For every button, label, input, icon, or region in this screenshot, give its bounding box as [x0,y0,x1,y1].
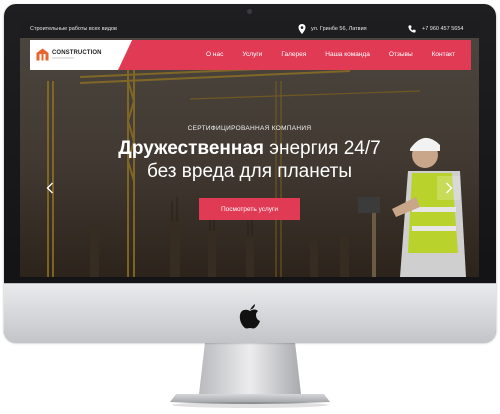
tagline: Строительные работы всех видов [30,26,117,32]
phone-text: +7 960 457 5654 [422,26,464,32]
hero-title-bold: Дружественная [118,138,264,159]
hero-content: СЕРТИФИЦИРОВАННАЯ КОМПАНИЯ Дружественная… [20,125,479,184]
imac-mockup: Строительные работы всех видов ул. Гринб… [0,0,500,414]
nav-item-gallery[interactable]: Галерея [281,51,306,58]
hero-title-rest: энергия 24/7 [264,138,381,159]
nav-item-about[interactable]: О нас [206,51,223,58]
hero-title-line2: без вреда для планеты [146,161,353,182]
logo-subline: ━━━━━━━━━━━━ [52,55,74,60]
chevron-left-icon [46,182,53,194]
view-services-button[interactable]: Посмотреть услуги [199,198,300,220]
slider-prev-button[interactable] [38,176,61,200]
nav-item-team[interactable]: Наша команда [325,51,370,58]
nav-item-reviews[interactable]: Отзывы [389,51,413,58]
logo-wordmark: CONSTRUCTION ━━━━━━━━━━━━ [52,50,102,60]
phone-info[interactable]: +7 960 457 5654 [408,24,463,34]
nav-item-services[interactable]: Услуги [242,51,262,58]
nav-item-contact[interactable]: Контакт [432,51,455,58]
hero-kicker: СЕРТИФИЦИРОВАННАЯ КОМПАНИЯ [187,125,312,132]
main-navbar: CONSTRUCTION ━━━━━━━━━━━━ О нас Услуги Г… [30,40,471,70]
camera [247,9,252,14]
logo-name: CONSTRUCTION [52,49,102,56]
house-logo-icon [36,48,49,61]
apple-logo-icon [239,304,260,329]
chevron-right-icon [445,182,452,194]
hero-title-line1: Дружественная энергия 24/7 [20,138,479,160]
monitor-stand [170,342,330,408]
address-info[interactable]: ул. Гринбе 56, Латвия [298,24,367,34]
slider-next-button[interactable] [437,176,460,200]
nav-menu: О нас Услуги Галерея Наша команда Отзывы… [206,51,455,58]
top-info-bar: Строительные работы всех видов ул. Гринб… [20,21,479,38]
website-screen: Строительные работы всех видов ул. Гринб… [20,21,479,277]
site-logo[interactable]: CONSTRUCTION ━━━━━━━━━━━━ [36,48,102,61]
phone-icon [408,25,416,33]
map-pin-icon [298,24,306,34]
address-text: ул. Гринбе 56, Латвия [311,26,367,32]
